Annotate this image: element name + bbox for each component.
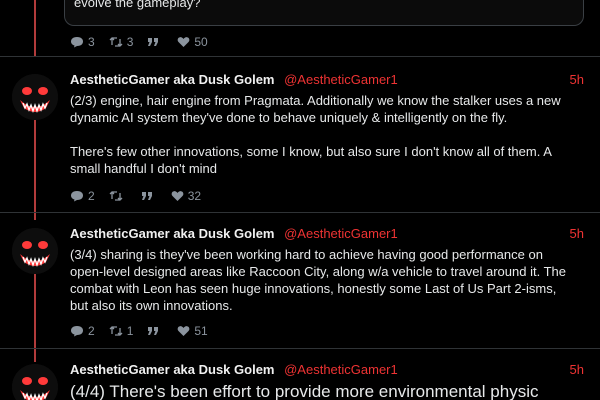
like-button[interactable]: 50 xyxy=(177,35,208,49)
user-handle[interactable]: @AestheticGamer1 xyxy=(284,72,398,87)
timestamp[interactable]: 5h xyxy=(570,226,584,241)
tweet-text: (3/4) sharing is they've been working ha… xyxy=(70,246,570,314)
avatar[interactable] xyxy=(12,228,58,274)
reply-icon xyxy=(71,37,83,48)
like-count: 50 xyxy=(194,35,208,49)
retweet-icon xyxy=(109,191,123,201)
quote-icon xyxy=(148,38,159,46)
like-icon xyxy=(171,191,184,201)
reply-count: 2 xyxy=(88,189,95,203)
like-count: 51 xyxy=(194,324,208,338)
retweet-count: 3 xyxy=(126,35,134,49)
display-name[interactable]: AestheticGamer aka Dusk Golem xyxy=(70,226,274,241)
avatar-image xyxy=(12,74,58,120)
tweet[interactable]: AestheticGamer aka Dusk Golem @Aesthetic… xyxy=(0,362,600,400)
like-icon xyxy=(178,37,190,47)
tweet-paragraph: There's few other innovations, some I kn… xyxy=(70,144,552,176)
reply-button[interactable]: 2 xyxy=(70,189,95,203)
timestamp[interactable]: 5h xyxy=(570,362,584,377)
display-name[interactable]: AestheticGamer aka Dusk Golem xyxy=(70,72,274,87)
quote-button[interactable] xyxy=(147,37,163,47)
tweet-actions: 2 1 51 xyxy=(70,324,222,338)
reply-icon xyxy=(71,326,83,337)
quote-icon xyxy=(148,327,159,335)
quote-button[interactable] xyxy=(141,191,157,201)
tweet-paragraph: (2/3) engine, hair engine from Pragmata.… xyxy=(70,93,561,125)
quoted-tweet[interactable]: evolve the gameplay? xyxy=(64,0,584,26)
retweet-button[interactable]: 3 xyxy=(109,35,134,49)
divider xyxy=(0,56,600,57)
avatar[interactable] xyxy=(12,74,58,120)
reply-button[interactable]: 3 xyxy=(70,35,95,49)
like-button[interactable]: 32 xyxy=(171,189,201,203)
reply-button[interactable]: 2 xyxy=(70,324,95,338)
tweet-text: (4/4) There's been effort to provide mor… xyxy=(70,381,570,400)
quote-icon xyxy=(141,192,152,200)
quote-button[interactable] xyxy=(147,326,163,336)
user-handle[interactable]: @AestheticGamer1 xyxy=(284,226,398,241)
like-button[interactable]: 51 xyxy=(177,324,208,338)
retweet-icon xyxy=(109,326,123,336)
tweet-paragraph: (4/4) There's been effort to provide mor… xyxy=(70,382,539,400)
tweet-paragraph: (3/4) sharing is they've been working ha… xyxy=(70,247,566,313)
avatar-image xyxy=(12,364,58,400)
timestamp[interactable]: 5h xyxy=(570,72,584,87)
divider xyxy=(0,348,600,349)
avatar[interactable] xyxy=(12,364,58,400)
quoted-tweet-text: evolve the gameplay? xyxy=(74,0,201,10)
reply-count: 3 xyxy=(88,35,95,49)
reply-count: 2 xyxy=(88,324,95,338)
reply-icon xyxy=(71,191,83,202)
tweet-actions: 3 3 50 xyxy=(70,35,222,49)
divider xyxy=(0,212,600,213)
display-name[interactable]: AestheticGamer aka Dusk Golem xyxy=(70,362,274,377)
tweet-header: AestheticGamer aka Dusk Golem @Aesthetic… xyxy=(70,226,398,241)
tweet-header: AestheticGamer aka Dusk Golem @Aesthetic… xyxy=(70,72,398,87)
user-handle[interactable]: @AestheticGamer1 xyxy=(284,362,398,377)
like-icon xyxy=(178,326,190,336)
thread-line xyxy=(34,0,36,56)
tweet-actions: 2 32 xyxy=(70,189,215,203)
retweet-count: 1 xyxy=(126,324,134,338)
like-count: 32 xyxy=(187,189,202,203)
retweet-button[interactable]: 1 xyxy=(109,324,134,338)
retweet-icon xyxy=(109,37,123,47)
tweet-header: AestheticGamer aka Dusk Golem @Aesthetic… xyxy=(70,362,398,377)
retweet-button[interactable] xyxy=(109,190,127,202)
avatar-image xyxy=(12,228,58,274)
tweet-text: (2/3) engine, hair engine from Pragmata.… xyxy=(70,92,570,177)
